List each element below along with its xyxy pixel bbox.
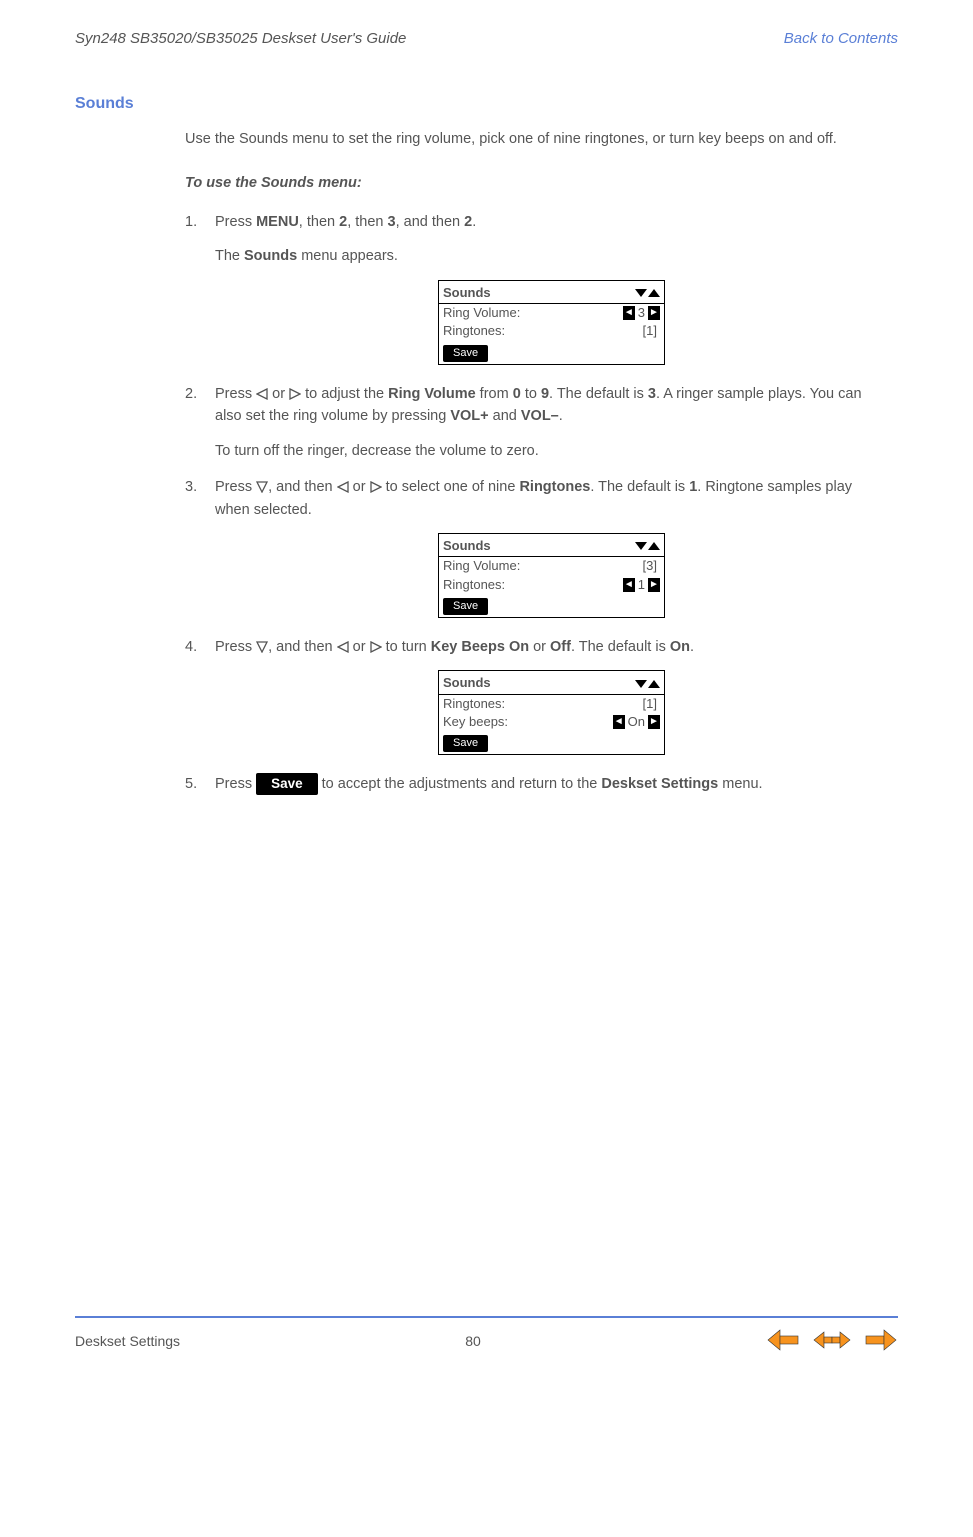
step-5: Press Save to accept the adjustments and… xyxy=(185,773,888,795)
selector-left-icon: ◄ xyxy=(623,306,635,320)
lcd1-row2-label: Ringtones: xyxy=(443,323,505,339)
lcd-screenshot-3: Sounds Ringtones: [1] Key beeps: ◄ On xyxy=(215,670,888,755)
lcd1-ring-volume-selector: ◄ 3 ► xyxy=(623,306,660,320)
lcd3-row2-label: Key beeps: xyxy=(443,714,508,730)
left-arrow-icon xyxy=(256,383,268,405)
steps-list: Press MENU, then 2, then 3, and then 2. … xyxy=(185,211,888,796)
scroll-indicator-icon xyxy=(635,289,660,297)
selector-right-icon: ► xyxy=(648,715,660,729)
scroll-indicator-icon xyxy=(635,542,660,550)
header-left: Syn248 SB35020/SB35025 Deskset User's Gu… xyxy=(75,30,406,47)
lcd1-save-softkey: Save xyxy=(443,345,488,362)
step-3: Press , and then or to select one of nin… xyxy=(185,476,888,618)
lcd2-row1-label: Ring Volume: xyxy=(443,558,520,574)
step-2-sub: To turn off the ringer, decrease the vol… xyxy=(215,440,888,462)
footer-section: Deskset Settings xyxy=(75,1333,180,1349)
lcd-screenshot-1: Sounds Ring Volume: ◄ 3 ► R xyxy=(215,280,888,365)
lcd2-row1-value: [3] xyxy=(640,558,660,574)
lcd3-row1-label: Ringtones: xyxy=(443,696,505,712)
lcd3-title: Sounds xyxy=(443,673,491,693)
down-arrow-icon xyxy=(256,476,268,498)
prev-page-button[interactable] xyxy=(766,1328,802,1355)
right-arrow-icon xyxy=(370,476,382,498)
lcd1-title: Sounds xyxy=(443,283,491,303)
step-1-sub: The Sounds menu appears. xyxy=(215,245,888,267)
selector-left-icon: ◄ xyxy=(623,578,635,592)
selector-right-icon: ► xyxy=(648,306,660,320)
footer-page-number: 80 xyxy=(465,1333,481,1349)
right-arrow-icon xyxy=(370,636,382,658)
page-footer: Deskset Settings 80 xyxy=(75,1316,898,1355)
lcd1-row1-label: Ring Volume: xyxy=(443,305,520,321)
lcd1-row2-value: [1] xyxy=(640,323,660,339)
lcd-screenshot-2: Sounds Ring Volume: [3] Ringtones: ◄ 1 xyxy=(215,533,888,618)
back-to-contents-link[interactable]: Back to Contents xyxy=(784,30,898,47)
step-4: Press , and then or to turn Key Beeps On… xyxy=(185,636,888,755)
lcd2-title: Sounds xyxy=(443,536,491,556)
lcd2-ringtones-selector: ◄ 1 ► xyxy=(623,578,660,592)
right-arrow-icon xyxy=(289,383,301,405)
section-title: Sounds xyxy=(75,95,898,113)
lcd2-row2-label: Ringtones: xyxy=(443,577,505,593)
subheading: To use the Sounds menu: xyxy=(185,172,888,194)
save-softkey: Save xyxy=(256,773,318,795)
scroll-indicator-icon xyxy=(635,680,660,688)
nav-arrows xyxy=(766,1328,898,1355)
down-arrow-icon xyxy=(256,636,268,658)
intro-text: Use the Sounds menu to set the ring volu… xyxy=(185,128,888,150)
lcd3-row1-value: [1] xyxy=(640,696,660,712)
page-header: Syn248 SB35020/SB35025 Deskset User's Gu… xyxy=(75,30,898,47)
left-arrow-icon xyxy=(337,636,349,658)
step-1: Press MENU, then 2, then 3, and then 2. … xyxy=(185,211,888,365)
content-area: Use the Sounds menu to set the ring volu… xyxy=(185,128,888,796)
next-page-button[interactable] xyxy=(862,1328,898,1355)
lcd3-keybeeps-selector: ◄ On ► xyxy=(613,715,660,729)
menu-key: MENU xyxy=(256,214,299,230)
step-2: Press or to adjust the Ring Volume from … xyxy=(185,383,888,462)
selector-right-icon: ► xyxy=(648,578,660,592)
left-arrow-icon xyxy=(337,476,349,498)
lcd3-save-softkey: Save xyxy=(443,735,488,752)
lcd2-save-softkey: Save xyxy=(443,598,488,615)
selector-left-icon: ◄ xyxy=(613,715,625,729)
back-forward-button[interactable] xyxy=(812,1328,852,1355)
